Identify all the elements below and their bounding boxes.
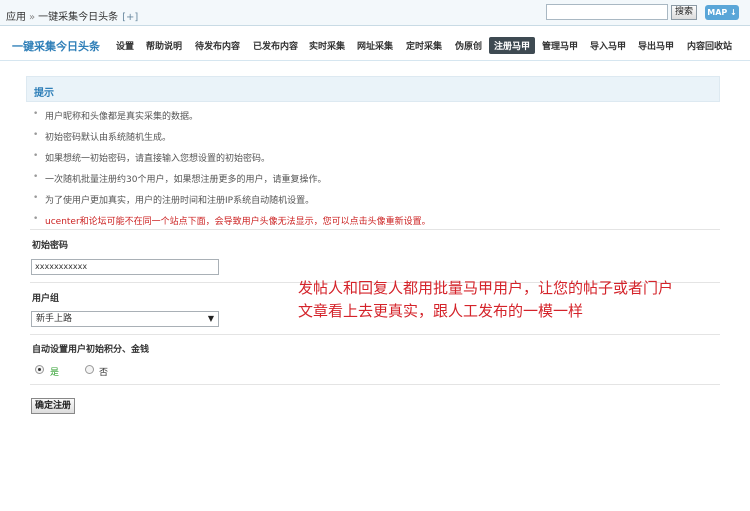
breadcrumb: 应用» 一键采集今日头条 [+] [6, 8, 138, 23]
divider [30, 384, 720, 385]
breadcrumb-separator: » [29, 12, 36, 23]
radio-no[interactable] [85, 365, 94, 374]
breadcrumb-root-link[interactable]: 应用 [6, 12, 26, 23]
tip-item: 如果想统一初始密码，请直接输入您想设置的初始密码。 [33, 151, 270, 164]
nav-item-scheduled-collect[interactable]: 定时采集 [406, 39, 442, 52]
plugin-title: 一键采集今日头条 [12, 40, 100, 53]
tips-title: 提示 [34, 88, 54, 99]
tip-item: 初始密码默认由系统随机生成。 [33, 130, 171, 143]
tip-item-warning: ucenter和论坛可能不在同一个站点下面，会导致用户头像无法显示，您可以点击头… [33, 214, 431, 227]
breadcrumb-current: 一键采集今日头条 [38, 12, 119, 23]
password-label: 初始密码 [32, 241, 69, 251]
user-group-selected: 新手上路 [36, 314, 73, 324]
nav-item-pseudo-original[interactable]: 伪原创 [455, 39, 482, 52]
tip-item: 为了使用户更加真实，用户的注册时间和注册IP系统自动随机设置。 [33, 193, 314, 206]
nav-item-published-content[interactable]: 已发布内容 [253, 39, 298, 52]
radio-yes[interactable] [35, 365, 44, 374]
nav-item-recycle-bin[interactable]: 内容回收站 [687, 39, 732, 52]
user-group-select[interactable]: 新手上路 ▼ [31, 311, 219, 327]
main-nav: 一键采集今日头条 设置 帮助说明 待发布内容 已发布内容 实时采集 网址采集 定… [0, 27, 750, 61]
promo-annotation-line-1: 发帖人和回复人都用批量马甲用户，让您的帖子或者门户 [298, 279, 674, 297]
confirm-register-button[interactable]: 确定注册 [31, 398, 75, 414]
nav-item-help[interactable]: 帮助说明 [146, 39, 182, 52]
add-shortcut-link[interactable]: [+] [122, 12, 138, 23]
chevron-down-icon: ▼ [207, 314, 214, 323]
nav-item-url-collect[interactable]: 网址采集 [357, 39, 393, 52]
tip-item: 用户昵称和头像都是真实采集的数据。 [33, 109, 198, 122]
nav-item-manage-vest[interactable]: 管理马甲 [542, 39, 578, 52]
initial-password-input[interactable]: xxxxxxxxxxx [31, 259, 219, 275]
user-group-label: 用户组 [32, 294, 60, 304]
nav-item-import-vest[interactable]: 导入马甲 [590, 39, 626, 52]
search-button[interactable]: 搜索 [671, 5, 697, 20]
promo-annotation-line-2: 文章看上去更真实，跟人工发布的一模一样 [298, 302, 584, 320]
search-input[interactable] [546, 4, 668, 20]
divider [30, 229, 720, 230]
auto-settings-label: 自动设置用户初始积分、金钱 [32, 345, 150, 355]
map-button[interactable]: MAP ↓ [705, 5, 739, 20]
nav-item-export-vest[interactable]: 导出马甲 [638, 39, 674, 52]
radio-yes-label[interactable]: 是 [50, 365, 59, 378]
nav-item-settings[interactable]: 设置 [116, 39, 134, 52]
nav-item-pending-content[interactable]: 待发布内容 [195, 39, 240, 52]
radio-no-label[interactable]: 否 [99, 365, 108, 378]
nav-item-realtime-collect[interactable]: 实时采集 [309, 39, 345, 52]
tip-item: 一次随机批量注册约30个用户，如果想注册更多的用户，请重复操作。 [33, 172, 326, 185]
tips-header: 提示 [26, 76, 720, 102]
nav-item-register-vest[interactable]: 注册马甲 [489, 37, 536, 54]
divider [30, 334, 720, 335]
top-bar: 应用» 一键采集今日头条 [+] 搜索 MAP ↓ [0, 0, 750, 26]
